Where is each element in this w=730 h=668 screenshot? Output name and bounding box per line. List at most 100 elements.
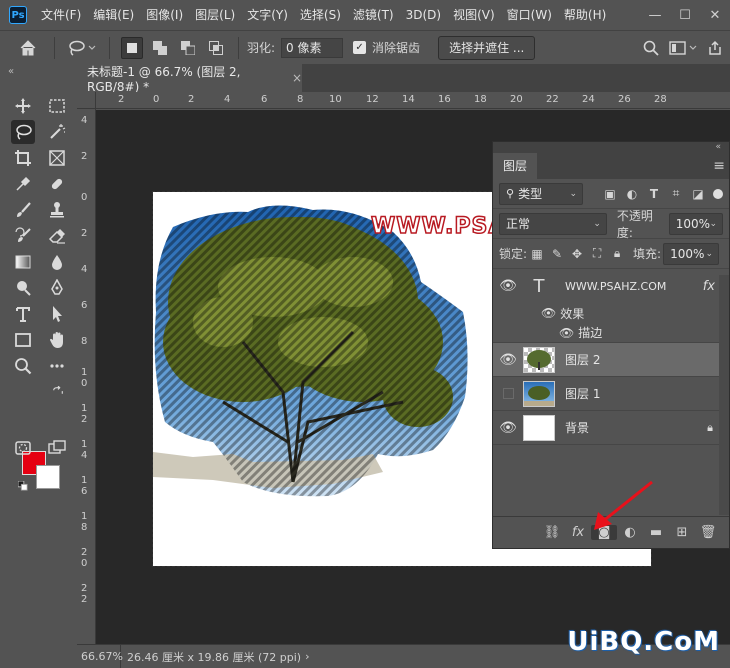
- add-to-selection-icon[interactable]: [149, 37, 171, 59]
- ruler-origin[interactable]: [77, 92, 96, 109]
- pen-tool-icon[interactable]: [45, 276, 69, 300]
- blend-opacity-row: 正常 ⌄ 不透明度: 100% ⌄: [493, 209, 729, 240]
- layer-row-layer-1[interactable]: 图层 1: [493, 377, 729, 411]
- fill-input[interactable]: 100% ⌄: [663, 242, 720, 265]
- search-icon[interactable]: [636, 36, 666, 60]
- gradient-tool-icon[interactable]: [11, 250, 35, 274]
- lasso-tool-preset-icon[interactable]: [63, 36, 101, 60]
- blur-tool-icon[interactable]: [45, 250, 69, 274]
- visibility-eye-icon[interactable]: 👁︎: [493, 420, 523, 436]
- menu-filter[interactable]: 滤镜(T): [347, 0, 400, 30]
- opacity-input[interactable]: 100% ⌄: [668, 212, 723, 235]
- visibility-eye-icon[interactable]: 👁︎: [493, 352, 523, 368]
- zoom-level[interactable]: 66.67%: [77, 644, 123, 668]
- zoom-tool-icon[interactable]: [11, 354, 35, 378]
- visibility-toggle-off[interactable]: [493, 388, 523, 399]
- filter-toggle-icon[interactable]: [713, 188, 723, 199]
- marquee-tool-icon[interactable]: [45, 94, 69, 118]
- new-layer-icon[interactable]: ⊞: [669, 525, 695, 540]
- document-tab[interactable]: 未标题-1 @ 66.7% (图层 2, RGB/8#) * ×: [77, 64, 302, 94]
- subtract-from-selection-icon[interactable]: [177, 37, 199, 59]
- menu-window[interactable]: 窗口(W): [501, 0, 558, 30]
- screen-mode-icon[interactable]: [45, 436, 69, 460]
- type-layer-filter-icon[interactable]: T: [643, 187, 665, 201]
- magic-wand-tool-icon[interactable]: [45, 120, 69, 144]
- tab-layers[interactable]: 图层: [493, 153, 538, 179]
- lasso-tool-icon[interactable]: [11, 120, 35, 144]
- layers-scrollbar[interactable]: [719, 275, 729, 515]
- antialias-checkbox[interactable]: ✓: [353, 41, 367, 54]
- menu-help[interactable]: 帮助(H): [558, 0, 612, 30]
- menu-file[interactable]: 文件(F): [35, 0, 87, 30]
- blend-mode-dropdown[interactable]: 正常 ⌄: [499, 212, 607, 235]
- layer-row-text[interactable]: 👁︎ T WWW.PSAHZ.COM fx: [493, 269, 729, 303]
- lock-all-icon[interactable]: 🔒︎: [607, 246, 627, 261]
- lock-artboard-icon[interactable]: ⛶: [587, 246, 607, 261]
- rectangle-tool-icon[interactable]: [11, 328, 35, 352]
- intersect-selection-icon[interactable]: [205, 37, 227, 59]
- layer-filter-row: ⚲ 类型 ⌄ ▣ ◐ T ⌗ ◪: [493, 179, 729, 209]
- brush-tool-icon[interactable]: [11, 198, 35, 222]
- minimize-button[interactable]: —: [640, 0, 670, 30]
- menu-edit[interactable]: 编辑(E): [87, 0, 140, 30]
- horizontal-ruler[interactable]: 2 0 2 4 6 8 10 12 14 16 18 20 22 24 26 2…: [96, 92, 730, 109]
- swap-colors-icon[interactable]: [50, 384, 66, 400]
- menu-select[interactable]: 选择(S): [294, 0, 347, 30]
- move-tool-icon[interactable]: [11, 94, 35, 118]
- layer-effects-icon[interactable]: fx: [703, 279, 715, 294]
- smart-object-filter-icon[interactable]: ◪: [687, 187, 709, 201]
- panel-collapse-icon[interactable]: «: [493, 142, 729, 153]
- edit-toolbar-icon[interactable]: [45, 354, 69, 378]
- menu-image[interactable]: 图像(I): [140, 0, 189, 30]
- eyedropper-tool-icon[interactable]: [11, 172, 35, 196]
- status-chevron-icon[interactable]: ›: [305, 650, 309, 663]
- layer-row-layer-2[interactable]: 👁︎ 图层 2: [493, 343, 729, 377]
- close-document-icon[interactable]: ×: [292, 71, 302, 85]
- select-and-mask-button[interactable]: 选择并遮住 ...: [438, 35, 536, 60]
- stroke-effect-row[interactable]: 👁︎ 描边: [493, 323, 729, 343]
- visibility-eye-icon[interactable]: 👁︎: [493, 278, 523, 294]
- menu-3d[interactable]: 3D(D): [400, 0, 447, 30]
- quick-mask-icon[interactable]: [11, 436, 35, 460]
- effects-row[interactable]: 👁︎ 效果: [493, 303, 729, 323]
- share-icon[interactable]: [700, 36, 730, 60]
- shape-layer-filter-icon[interactable]: ⌗: [665, 186, 687, 201]
- layer-filter-dropdown[interactable]: ⚲ 类型 ⌄: [499, 182, 583, 205]
- background-color-swatch[interactable]: [36, 465, 60, 489]
- path-selection-tool-icon[interactable]: [45, 302, 69, 326]
- visibility-eye-icon[interactable]: 👁︎: [541, 306, 556, 320]
- hand-tool-icon[interactable]: [45, 328, 69, 352]
- lock-transparent-icon[interactable]: ▦: [527, 247, 547, 261]
- default-colors-icon[interactable]: [16, 479, 30, 493]
- panel-menu-icon[interactable]: ≡: [713, 153, 725, 179]
- type-tool-icon[interactable]: [11, 302, 35, 326]
- adjustment-layer-filter-icon[interactable]: ◐: [621, 187, 643, 201]
- maximize-button[interactable]: ☐: [670, 0, 700, 30]
- history-brush-tool-icon[interactable]: [11, 224, 35, 248]
- pixel-layer-filter-icon[interactable]: ▣: [599, 187, 621, 201]
- crop-tool-icon[interactable]: [11, 146, 35, 170]
- dodge-tool-icon[interactable]: [11, 276, 35, 300]
- visibility-eye-icon[interactable]: 👁︎: [559, 326, 574, 340]
- delete-layer-icon[interactable]: 🗑︎: [695, 525, 721, 540]
- clone-stamp-tool-icon[interactable]: [45, 198, 69, 222]
- healing-brush-tool-icon[interactable]: [45, 172, 69, 196]
- workspace-switcher-icon[interactable]: [666, 36, 700, 60]
- frame-tool-icon[interactable]: [45, 146, 69, 170]
- menu-type[interactable]: 文字(Y): [241, 0, 294, 30]
- photoshop-logo: Ps: [9, 6, 27, 24]
- lock-image-icon[interactable]: ✎: [547, 247, 567, 261]
- eraser-tool-icon[interactable]: [45, 224, 69, 248]
- link-layers-icon[interactable]: ⛓︎: [539, 525, 565, 540]
- feather-input[interactable]: 0 像素: [281, 37, 344, 58]
- collapse-toolbar-icon[interactable]: «: [8, 66, 14, 77]
- lock-position-icon[interactable]: ✥: [567, 247, 587, 261]
- menu-view[interactable]: 视图(V): [447, 0, 501, 30]
- home-icon[interactable]: [10, 36, 46, 60]
- vertical-ruler[interactable]: 4 2 0 2 4 6 8 1 0 1 2 1 4 1 6 1 8 2 0 2 …: [77, 109, 96, 644]
- layer-row-background[interactable]: 👁︎ 背景 🔒︎: [493, 411, 729, 445]
- menu-layer[interactable]: 图层(L): [189, 0, 241, 30]
- close-window-button[interactable]: ✕: [700, 0, 730, 30]
- divider: [54, 36, 55, 59]
- new-selection-icon[interactable]: [121, 36, 143, 59]
